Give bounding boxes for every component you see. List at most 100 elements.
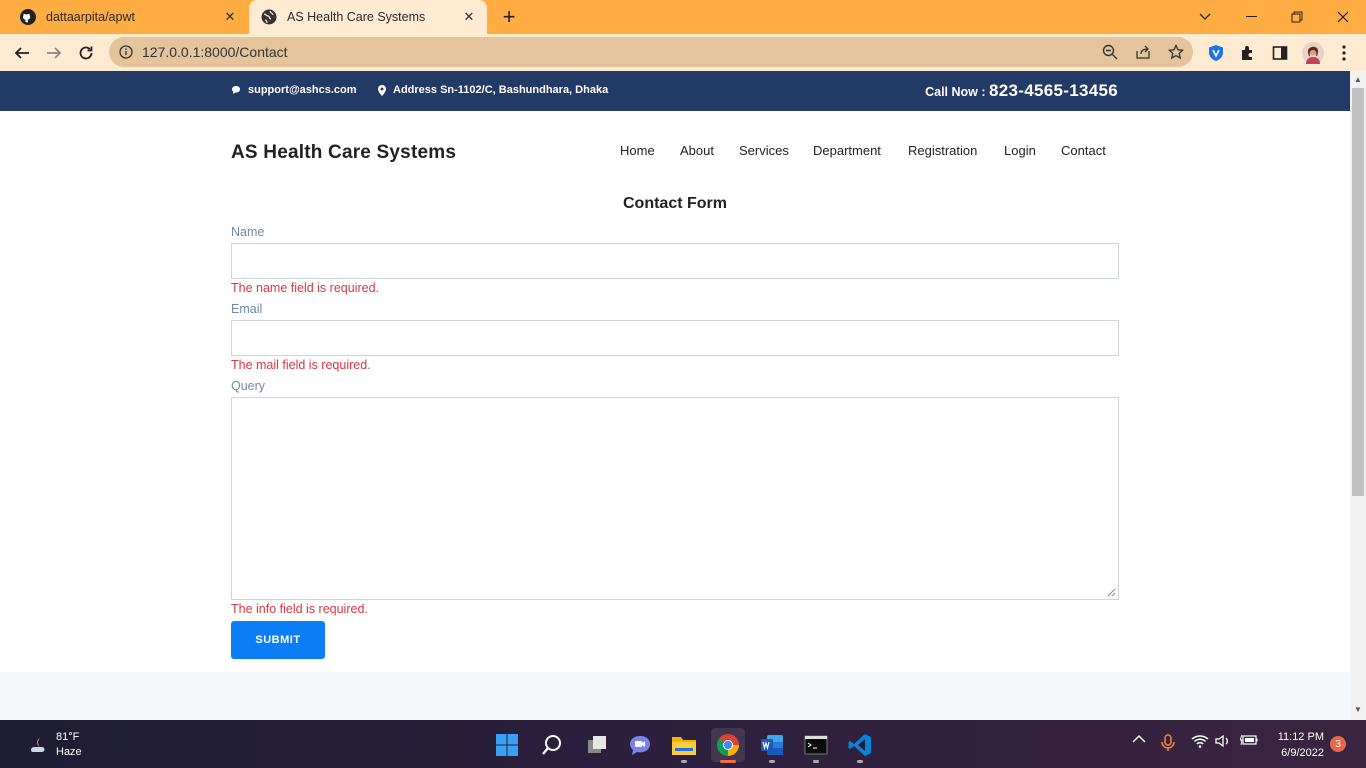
vscode-button[interactable] [843, 728, 877, 763]
phone-number: 823-4565-13456 [989, 81, 1118, 100]
close-window-button[interactable] [1320, 0, 1366, 34]
speaker-icon [1215, 734, 1228, 748]
email-input[interactable] [231, 320, 1119, 356]
email-text: support@ashcs.com [248, 84, 357, 96]
weather-widget[interactable]: 81°F Haze [28, 730, 82, 760]
globe-icon [261, 9, 277, 25]
word-button[interactable] [755, 728, 789, 763]
close-icon[interactable]: ✕ [457, 5, 481, 29]
minimize-icon [1245, 16, 1257, 17]
close-icon [1337, 11, 1349, 23]
browser-tab-strip: dattaarpita/apwt ✕ AS Health Care System… [0, 0, 1366, 34]
running-indicator [681, 760, 687, 763]
restore-icon [1291, 11, 1303, 23]
teams-chat-button[interactable] [623, 728, 657, 762]
info-icon[interactable] [117, 43, 135, 61]
task-view-button[interactable] [580, 728, 614, 762]
call-label: Call Now : [925, 85, 990, 99]
reload-icon [79, 46, 93, 60]
search-icon [542, 735, 561, 755]
zoom-icon[interactable] [1101, 43, 1119, 61]
show-hidden-icons-button[interactable] [1132, 734, 1146, 743]
page-scrollbar[interactable]: ▲ ▼ [1350, 71, 1366, 720]
restore-button[interactable] [1274, 0, 1320, 34]
weather-desc: Haze [56, 746, 82, 758]
chevron-up-icon [1132, 734, 1146, 743]
search-button[interactable] [535, 728, 569, 762]
scrollbar-thumb[interactable] [1352, 88, 1364, 496]
chrome-button[interactable] [711, 728, 745, 763]
nav-department[interactable]: Department [813, 143, 881, 158]
terminal-button[interactable] [799, 728, 833, 763]
bookmark-star-icon[interactable] [1167, 43, 1185, 61]
footer-section [0, 672, 1350, 720]
tab-search-button[interactable] [1182, 0, 1228, 34]
scroll-down-icon[interactable]: ▼ [1354, 705, 1362, 714]
windows-logo-icon [496, 734, 518, 756]
tab-title: dattaarpita/apwt [46, 10, 135, 24]
call-now[interactable]: Call Now : 823-4565-13456 [925, 81, 1118, 101]
url-text[interactable]: 127.0.0.1:8000/Contact [142, 44, 288, 60]
arrow-right-icon [47, 47, 62, 59]
nav-services[interactable]: Services [739, 143, 789, 158]
query-textarea[interactable] [231, 397, 1119, 600]
back-button[interactable] [8, 39, 36, 67]
submit-button[interactable]: SUBMIT [231, 621, 325, 659]
browser-toolbar: 127.0.0.1:8000/Contact [0, 34, 1366, 71]
nav-registration[interactable]: Registration [908, 143, 977, 158]
side-panel-icon[interactable] [1270, 43, 1290, 63]
name-input[interactable] [231, 243, 1119, 279]
tab-health-care[interactable]: AS Health Care Systems ✕ [249, 0, 487, 34]
nav-login[interactable]: Login [1004, 143, 1036, 158]
resize-grip-icon[interactable] [1107, 588, 1116, 597]
share-icon[interactable] [1134, 43, 1152, 61]
microphone-icon [1161, 734, 1175, 751]
wifi-icon [1191, 735, 1209, 748]
chrome-icon [716, 734, 739, 756]
query-error: The info field is required. [231, 602, 368, 616]
windows-taskbar: 81°F Haze 11:12 PM 6/9/2022 3 [0, 720, 1366, 768]
wifi-button[interactable] [1191, 734, 1209, 748]
weather-temp: 81°F [56, 731, 80, 743]
map-pin-icon [378, 84, 386, 96]
terminal-icon [804, 735, 828, 755]
site-brand[interactable]: AS Health Care Systems [231, 142, 456, 164]
task-view-icon [588, 736, 606, 753]
support-email[interactable]: support@ashcs.com [231, 84, 357, 96]
address-bar[interactable]: 127.0.0.1:8000/Contact [109, 37, 1193, 67]
file-explorer-button[interactable] [667, 728, 701, 763]
minimize-button[interactable] [1228, 0, 1274, 34]
address-text: Address Sn-1102/C, Bashundhara, Dhaka [393, 84, 609, 96]
clock-date: 6/9/2022 [1281, 747, 1324, 759]
query-label: Query [231, 379, 266, 393]
microphone-button[interactable] [1161, 734, 1175, 752]
system-clock[interactable]: 11:12 PM 6/9/2022 [1268, 729, 1324, 761]
folder-icon [672, 737, 696, 755]
top-info-bar: support@ashcs.com Address Sn-1102/C, Bas… [0, 71, 1350, 111]
close-icon[interactable]: ✕ [218, 5, 242, 29]
chevron-down-icon [1199, 13, 1211, 20]
email-label: Email [231, 302, 263, 316]
chat-bubble-icon [232, 86, 240, 94]
shield-extension-icon[interactable] [1206, 43, 1226, 63]
nav-home[interactable]: Home [620, 143, 655, 158]
tab-github[interactable]: dattaarpita/apwt ✕ [8, 0, 248, 34]
reload-button[interactable] [72, 39, 100, 67]
new-tab-button[interactable]: + [497, 4, 521, 29]
scroll-up-icon[interactable]: ▲ [1354, 75, 1362, 84]
profile-avatar[interactable] [1301, 41, 1325, 65]
extensions-puzzle-icon[interactable] [1238, 43, 1258, 63]
name-error: The name field is required. [231, 281, 379, 295]
battery-button[interactable] [1240, 734, 1258, 746]
more-menu-icon[interactable] [1334, 43, 1354, 63]
volume-button[interactable] [1215, 734, 1231, 748]
running-indicator [769, 760, 775, 763]
github-icon [20, 9, 36, 25]
haze-weather-icon [31, 738, 45, 752]
forward-button[interactable] [40, 39, 68, 67]
nav-about[interactable]: About [680, 143, 714, 158]
notification-badge[interactable]: 3 [1330, 736, 1346, 752]
running-indicator [813, 760, 819, 763]
nav-contact[interactable]: Contact [1061, 143, 1106, 158]
start-button[interactable] [490, 728, 524, 762]
